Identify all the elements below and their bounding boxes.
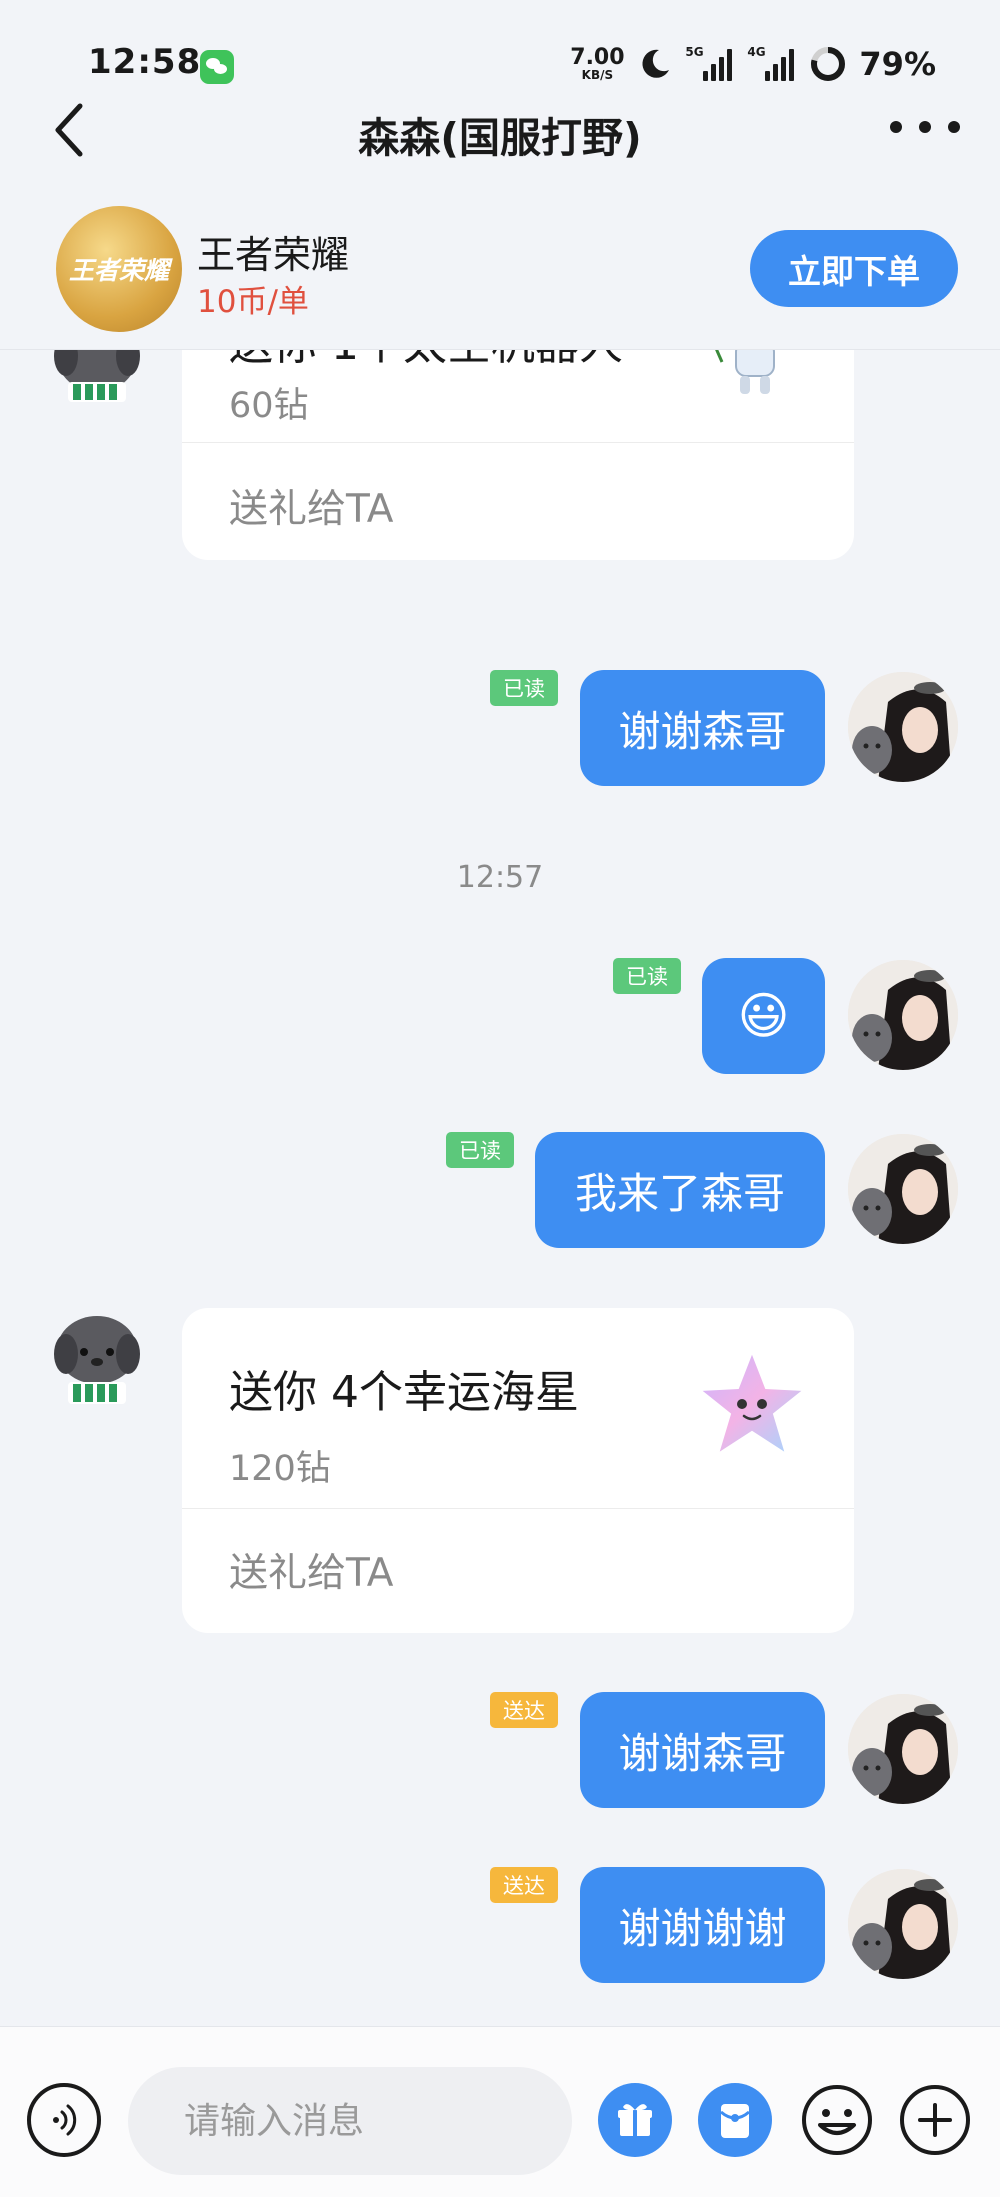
game-logo-text: 王者荣耀	[68, 256, 169, 285]
read-status-tag: 已读	[446, 1132, 514, 1168]
avatar-me[interactable]	[848, 1694, 958, 1804]
message-input[interactable]	[128, 2067, 572, 2175]
gift-send-link[interactable]: 送礼给TA	[229, 1542, 393, 1598]
battery-level: 79%	[859, 45, 936, 83]
starfish-gift-icon	[697, 1349, 807, 1457]
gift-title: 送你 4个幸运海星	[229, 1367, 579, 1418]
net-speed-value: 7.00	[570, 45, 625, 70]
chat-messages: 送你 1个太空机器人 60钻 送礼给TA 已读 谢谢森哥 12:57 已读 😃	[0, 350, 1000, 2026]
red-packet-icon	[720, 2104, 750, 2138]
emoji-icon[interactable]	[800, 2083, 874, 2157]
avatar-me[interactable]	[848, 960, 958, 1070]
net-speed-unit: KB/S	[581, 68, 614, 82]
more-dots-icon	[919, 121, 931, 133]
battery-icon	[811, 47, 846, 81]
delivered-status-tag: 送达	[490, 1867, 558, 1903]
gift-title: 送你 1个太空机器人	[229, 350, 623, 372]
status-icons: 7.00 KB/S 5G 4G 79%	[569, 44, 936, 84]
red-packet-button[interactable]	[698, 2083, 772, 2157]
message-bubble[interactable]: 谢谢谢谢	[580, 1867, 825, 1983]
avatar-me[interactable]	[848, 1869, 958, 1979]
voice-icon	[53, 2104, 77, 2136]
status-time: 12:58	[88, 42, 202, 82]
game-logo: 王者荣耀	[56, 206, 182, 332]
gift-card[interactable]: 送你 1个太空机器人 60钻 送礼给TA	[182, 350, 854, 560]
delivered-status-tag: 送达	[490, 1692, 558, 1728]
gift-price: 60钻	[229, 386, 309, 426]
message-bubble[interactable]: 谢谢森哥	[580, 1692, 825, 1808]
more-dots-icon	[890, 121, 902, 133]
emoji-message-bubble[interactable]: 😃	[702, 958, 825, 1074]
avatar-other[interactable]	[46, 1310, 148, 1412]
net-speed: 7.00 KB/S	[569, 45, 625, 82]
order-card: 王者荣耀 王者荣耀 10币/单 立即下单	[0, 190, 1000, 350]
gift-card[interactable]: 送你 4个幸运海星 120钻 送礼给TA	[182, 1308, 854, 1633]
gift-send-link[interactable]: 送礼给TA	[229, 478, 393, 534]
avatar-me[interactable]	[848, 672, 958, 782]
input-bar	[0, 2026, 1000, 2197]
wechat-icon	[200, 50, 234, 84]
order-now-button[interactable]: 立即下单	[750, 230, 958, 307]
time-separator: 12:57	[456, 860, 544, 895]
voice-button[interactable]	[27, 2083, 101, 2157]
page-title: 森森(国服打野)	[358, 114, 642, 162]
signal-4g-icon: 4G	[747, 45, 797, 81]
signal-4g-label: 4G	[747, 45, 766, 59]
robot-gift-icon	[715, 350, 775, 394]
gift-price: 120钻	[229, 1449, 331, 1489]
more-dots-icon	[948, 121, 960, 133]
plus-icon[interactable]	[898, 2083, 972, 2157]
gift-icon	[618, 2104, 652, 2136]
avatar-other	[54, 350, 140, 402]
read-status-tag: 已读	[613, 958, 681, 994]
status-bar: 12:58 7.00 KB/S 5G 4G 79%	[0, 0, 1000, 100]
read-status-tag: 已读	[490, 670, 558, 706]
message-bubble[interactable]: 我来了森哥	[535, 1132, 825, 1248]
signal-5g-icon: 5G	[685, 45, 735, 81]
game-name: 王者荣耀	[197, 233, 350, 277]
moon-icon	[642, 49, 670, 78]
nav-bar: 森森(国服打野)	[0, 100, 1000, 190]
gift-divider	[182, 1508, 854, 1509]
signal-5g-label: 5G	[685, 45, 704, 59]
more-button[interactable]	[890, 112, 960, 142]
gift-divider	[182, 442, 854, 443]
avatar-me[interactable]	[848, 1134, 958, 1244]
gift-button[interactable]	[598, 2083, 672, 2157]
game-price: 10币/单	[197, 284, 309, 320]
message-bubble[interactable]: 谢谢森哥	[580, 670, 825, 786]
